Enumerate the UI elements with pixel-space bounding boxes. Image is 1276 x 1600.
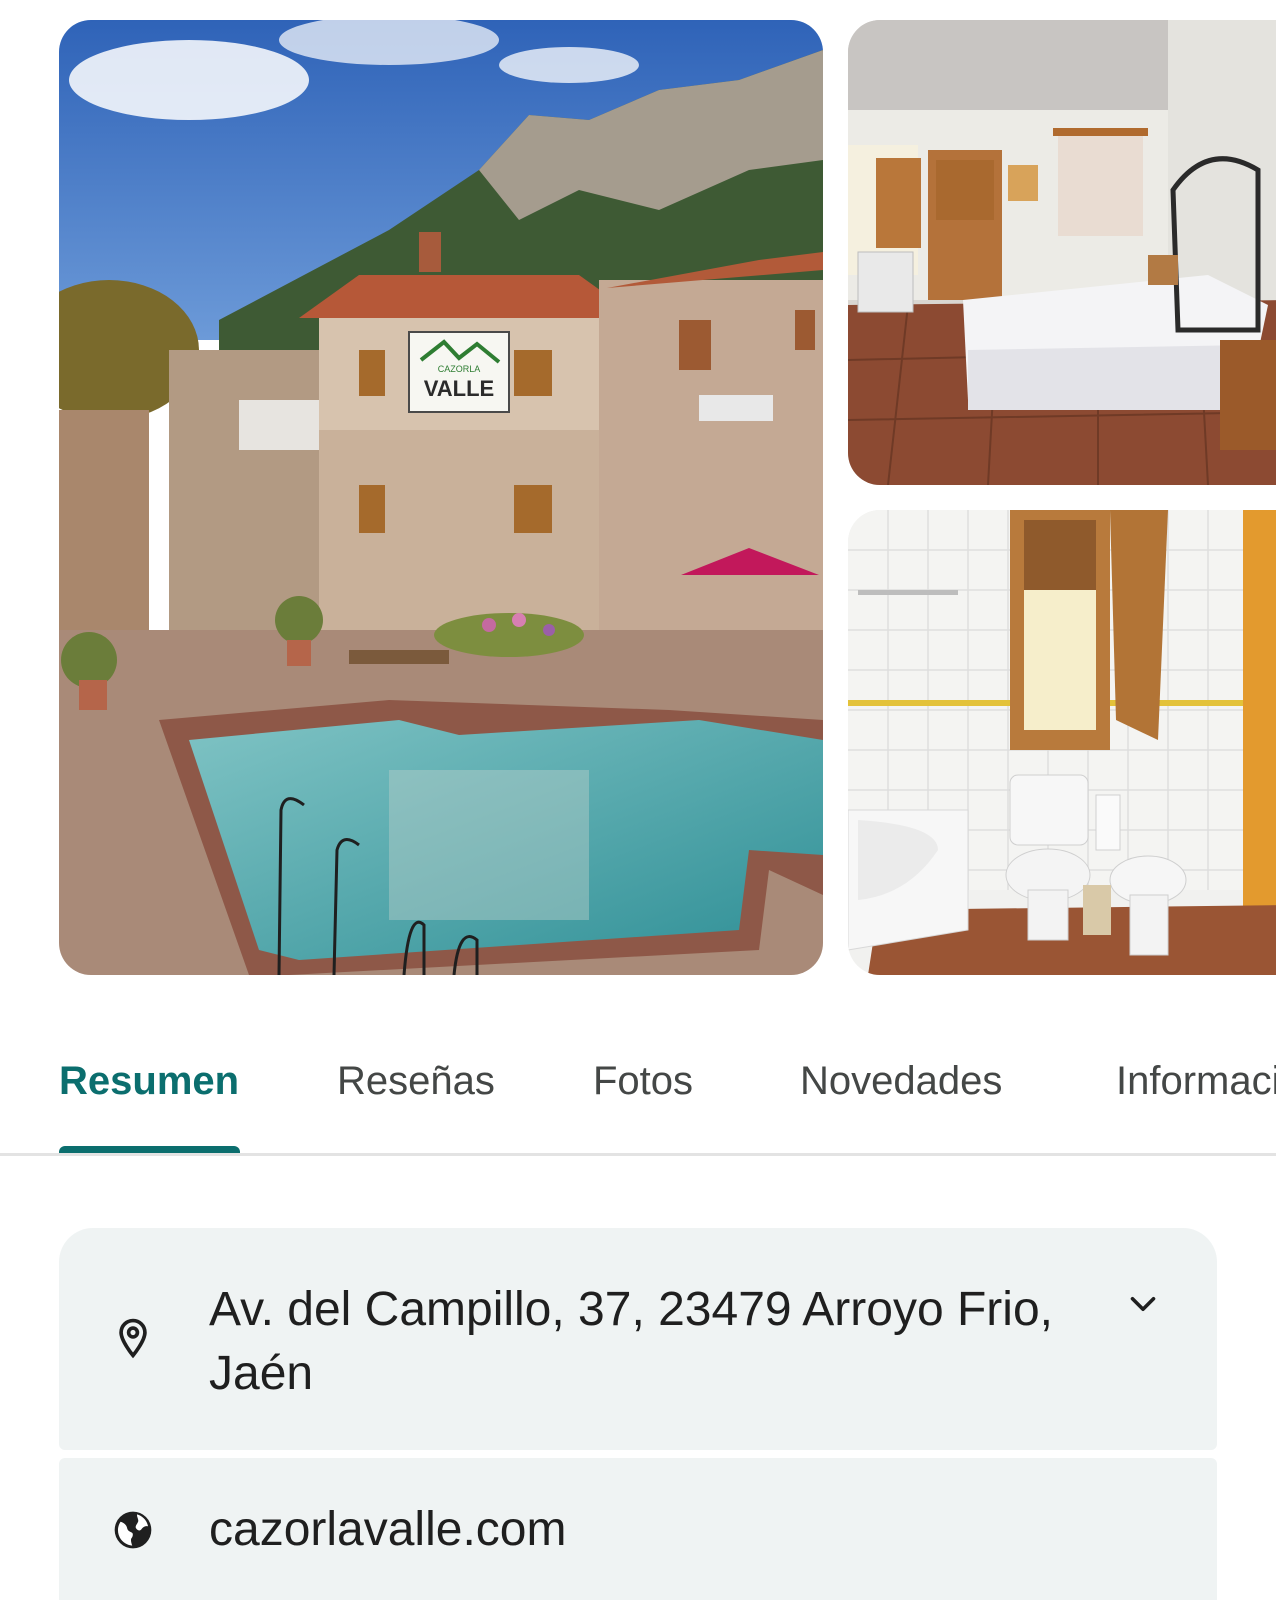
bedroom-photo bbox=[848, 20, 1276, 485]
location-pin-icon bbox=[119, 1318, 147, 1359]
address-card[interactable]: Av. del Campillo, 37, 23479 Arroyo Frio,… bbox=[59, 1228, 1217, 1450]
bathroom-photo bbox=[848, 510, 1276, 975]
tabs-divider bbox=[0, 1153, 1276, 1156]
hotel-pool-photo: CAZORLA VALLE bbox=[59, 20, 823, 975]
bathroom-photo-card[interactable] bbox=[848, 510, 1276, 975]
tab-fotos[interactable]: Fotos bbox=[593, 1056, 693, 1106]
logo-main-text: VALLE bbox=[424, 376, 494, 401]
tab-novedades[interactable]: Novedades bbox=[800, 1056, 1002, 1106]
tab-bar: Resumen Reseñas Fotos Novedades Informac… bbox=[0, 1030, 1276, 1154]
tab-resumen[interactable]: Resumen bbox=[59, 1056, 239, 1106]
globe-icon bbox=[114, 1511, 152, 1549]
chevron-down-icon[interactable] bbox=[1125, 1286, 1161, 1322]
address-text: Av. del Campillo, 37, 23479 Arroyo Frio,… bbox=[209, 1283, 1053, 1400]
tab-informacion[interactable]: Información bbox=[1116, 1056, 1276, 1106]
website-link[interactable]: cazorlavalle.com bbox=[209, 1498, 566, 1562]
logo-small-text: CAZORLA bbox=[438, 364, 481, 374]
room-photo[interactable] bbox=[848, 20, 1276, 485]
website-card[interactable]: cazorlavalle.com bbox=[59, 1458, 1217, 1600]
tab-resenas[interactable]: Reseñas bbox=[337, 1056, 495, 1106]
main-photo[interactable]: CAZORLA VALLE bbox=[59, 20, 823, 975]
